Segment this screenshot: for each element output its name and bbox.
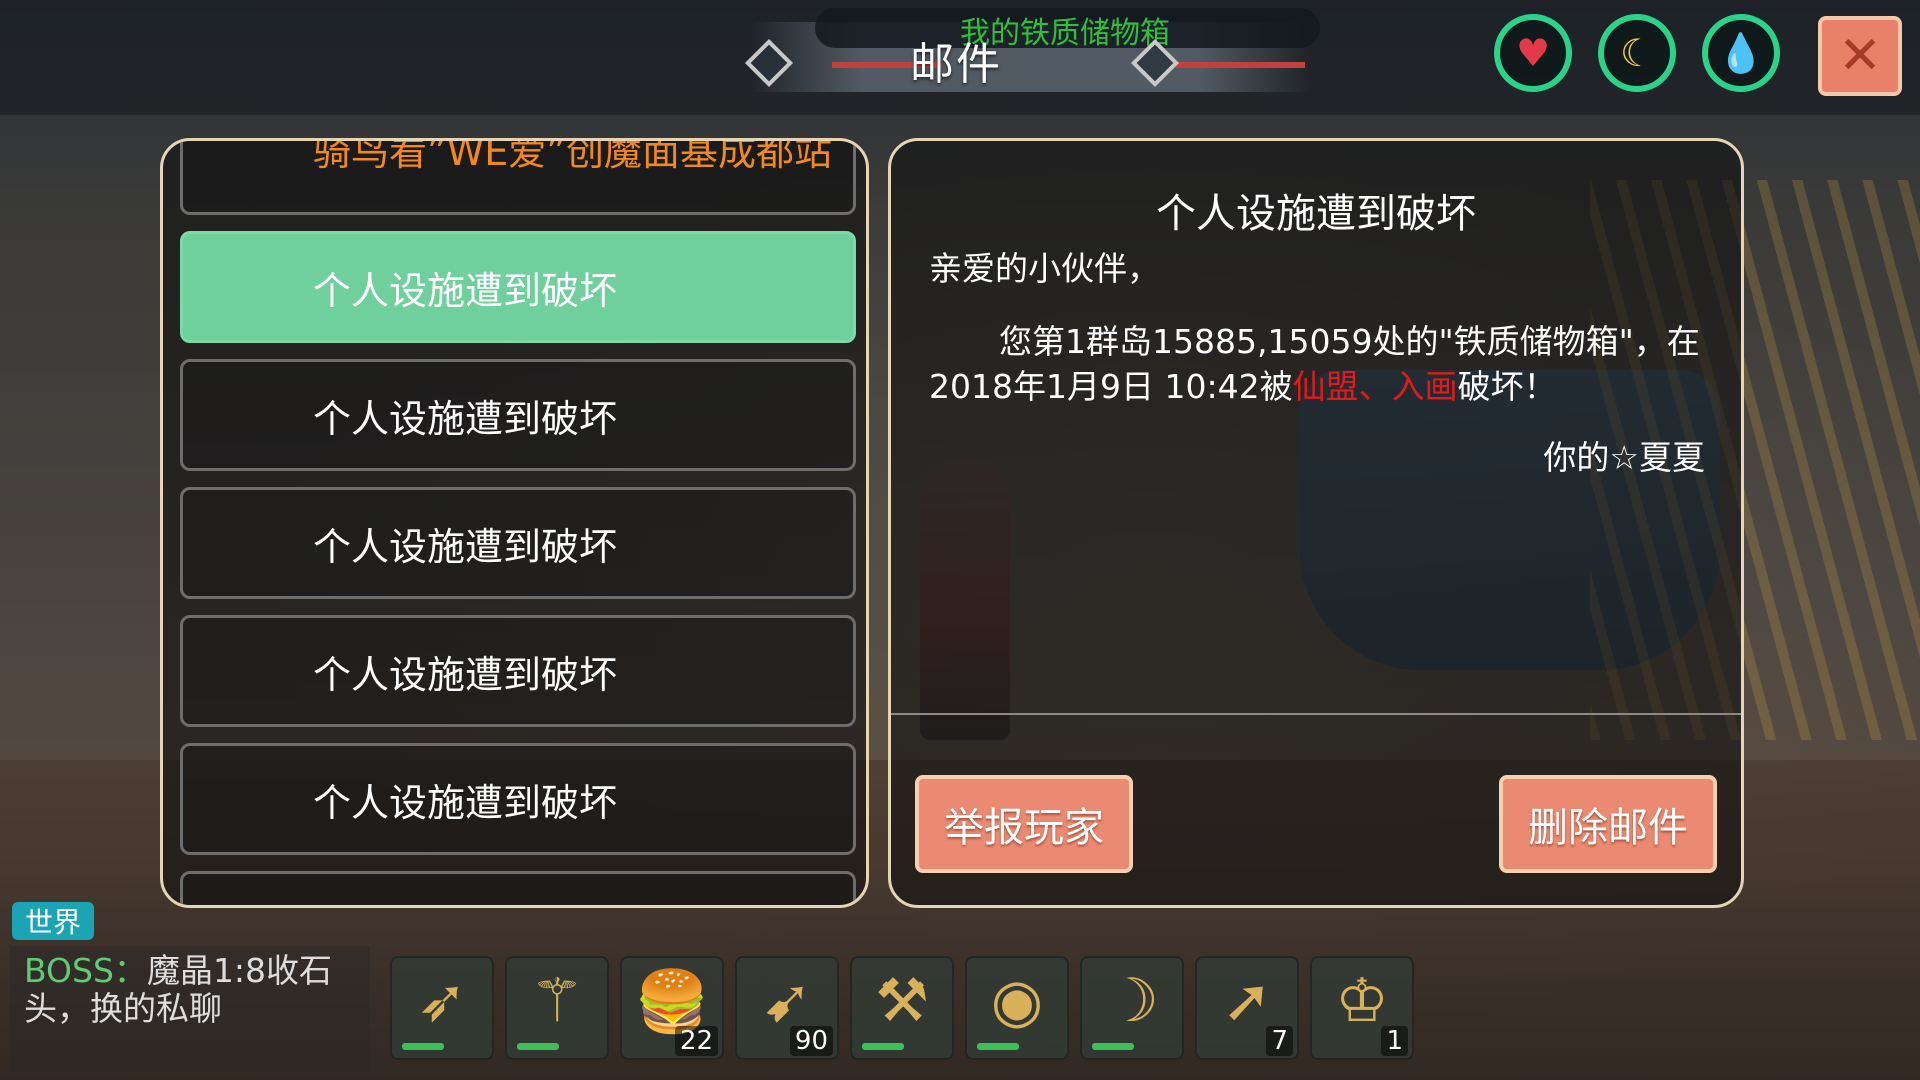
mail-body: 亲爱的小伙伴， 您第1群岛15885,15059处的"铁质储物箱"，在2018年…: [929, 246, 1705, 480]
mail-item[interactable]: 个人设施遭到破坏: [180, 615, 856, 727]
durability-bar: [1092, 1043, 1134, 1050]
staff-icon: ⚚: [530, 966, 584, 1036]
mail-list-panel[interactable]: 骑鸟看”WE爱”创魔面基成都站 个人设施遭到破坏 个人设施遭到破坏 个人设施遭到…: [160, 138, 869, 908]
divider: [891, 713, 1741, 715]
durability-bar: [402, 1043, 444, 1050]
report-player-button[interactable]: 举报玩家: [915, 775, 1133, 873]
item-count: 22: [674, 1026, 718, 1056]
mail-detail-panel: 个人设施遭到破坏 亲爱的小伙伴， 您第1群岛15885,15059处的"铁质储物…: [888, 138, 1744, 908]
page-title: 邮件: [910, 39, 1002, 90]
banana-glyph: ☾: [1619, 31, 1655, 75]
banana-icon[interactable]: ☾: [1598, 14, 1676, 92]
mail-item-partial[interactable]: 骑鸟看”WE爱”创魔面基成都站: [180, 141, 856, 215]
hotbar-slot[interactable]: ➶: [390, 956, 494, 1060]
attacker-names: 仙盟、入画: [1292, 367, 1458, 406]
pickaxe-icon: ⚒: [875, 966, 929, 1036]
heart-icon[interactable]: ♥: [1494, 14, 1572, 92]
chat-channel-tab[interactable]: 世界: [12, 902, 94, 940]
mail-item-selected[interactable]: 个人设施遭到破坏: [180, 231, 856, 343]
hotbar-slot[interactable]: ◉: [965, 956, 1069, 1060]
mail-item[interactable]: 个人设施遭到破坏: [180, 359, 856, 471]
delete-mail-button[interactable]: 删除邮件: [1499, 775, 1717, 873]
sickle-icon: ☽: [1105, 966, 1159, 1036]
chat-sender: BOSS：: [24, 951, 147, 990]
mail-signature: 你的☆夏夏: [1543, 438, 1705, 477]
water-drop-glyph: 💧: [1717, 30, 1765, 75]
mail-item-partial-bottom[interactable]: [180, 871, 856, 905]
hotbar-slot[interactable]: ➹ 90: [735, 956, 839, 1060]
item-count: 1: [1381, 1026, 1408, 1056]
close-icon: ✕: [1838, 26, 1882, 86]
hotbar-slot[interactable]: ⚚: [505, 956, 609, 1060]
hotbar-slot[interactable]: ☽: [1080, 956, 1184, 1060]
item-count: 7: [1266, 1026, 1293, 1056]
mail-greeting: 亲爱的小伙伴，: [929, 249, 1160, 288]
waterskin-icon: ◉: [990, 966, 1044, 1036]
water-drop-icon[interactable]: 💧: [1702, 14, 1780, 92]
chat-message: BOSS：魔晶1:8收石头，换的私聊: [24, 952, 364, 1028]
hotbar-slot[interactable]: ⚒: [850, 956, 954, 1060]
header-accent-line-right: [1170, 62, 1305, 68]
item-count: 90: [789, 1026, 833, 1056]
mail-item[interactable]: 个人设施遭到破坏: [180, 743, 856, 855]
durability-bar: [862, 1043, 904, 1050]
mail-item[interactable]: 个人设施遭到破坏: [180, 487, 856, 599]
heart-glyph: ♥: [1515, 31, 1551, 75]
mail-title: 个人设施遭到破坏: [1156, 191, 1476, 237]
durability-bar: [977, 1043, 1019, 1050]
mail-text-end: 破坏！: [1457, 367, 1557, 406]
hotbar-slot[interactable]: 🍔 22: [620, 956, 724, 1060]
hotbar-slot[interactable]: ♔ 1: [1310, 956, 1414, 1060]
hotbar-slot[interactable]: ➚ 7: [1195, 956, 1299, 1060]
close-button[interactable]: ✕: [1818, 16, 1902, 96]
mail-content: 您第1群岛15885,15059处的"铁质储物箱"，在2018年1月9日 10:…: [929, 319, 1705, 409]
bow-icon: ➶: [416, 966, 468, 1036]
durability-bar: [517, 1043, 559, 1050]
